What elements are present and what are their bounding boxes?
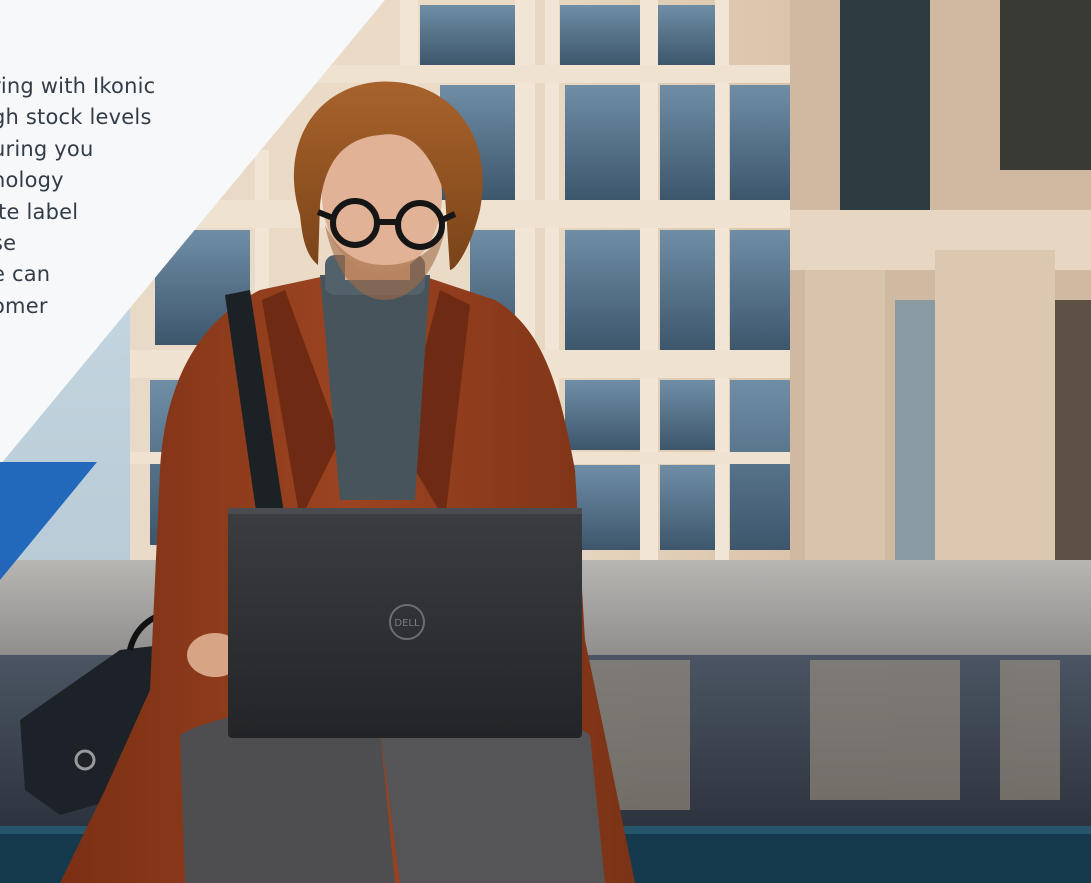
intro-line: ite label bbox=[0, 199, 79, 224]
intro-line: uring you bbox=[0, 136, 94, 161]
laptop-logo: DELL bbox=[394, 618, 420, 629]
intro-line: omer bbox=[0, 293, 48, 318]
hero-section: DELL ring with Ikonic gh stock levels ur… bbox=[0, 0, 1091, 883]
intro-line: e can bbox=[0, 262, 51, 287]
intro-copy: ring with Ikonic gh stock levels uring y… bbox=[0, 71, 252, 322]
intro-line: nology bbox=[0, 168, 64, 193]
intro-line: se bbox=[0, 230, 17, 255]
intro-line: gh stock levels bbox=[0, 105, 152, 130]
intro-line: ring with Ikonic bbox=[0, 74, 156, 98]
